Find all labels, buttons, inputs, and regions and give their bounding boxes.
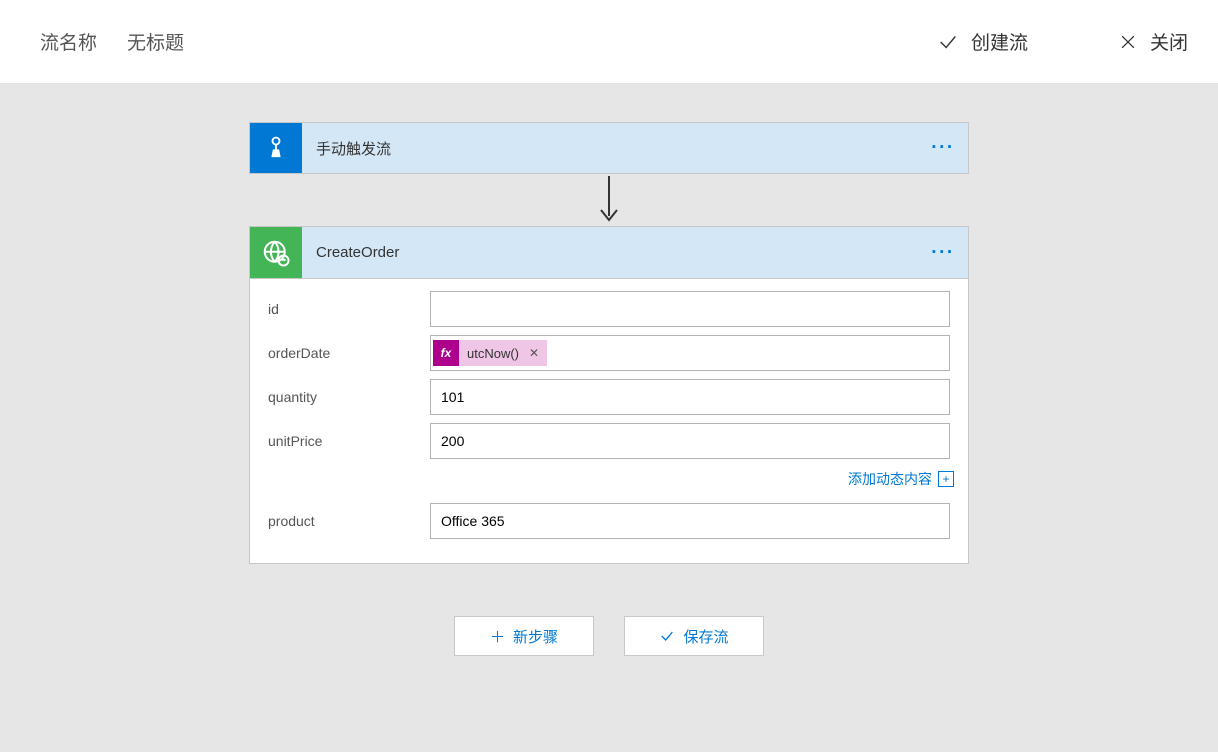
new-step-button[interactable]: ＋ 新步骤	[454, 616, 594, 656]
quantity-input[interactable]	[430, 379, 950, 415]
add-dynamic-content-link[interactable]: 添加动态内容 +	[848, 469, 954, 489]
id-input[interactable]	[430, 291, 950, 327]
trigger-card[interactable]: 手动触发流 ···	[249, 122, 969, 174]
save-flow-button[interactable]: 保存流	[624, 616, 764, 656]
field-row-product: product	[268, 501, 950, 541]
flow-title[interactable]: 无标题	[127, 28, 184, 55]
touch-icon	[250, 123, 302, 173]
field-label-orderdate: orderDate	[268, 345, 430, 361]
field-row-orderdate: orderDate fx utcNow() ✕	[268, 333, 950, 373]
canvas: 手动触发流 ··· CreateOrder ··· id	[0, 84, 1218, 752]
field-label-product: product	[268, 513, 430, 529]
globe-icon	[250, 227, 302, 278]
check-icon	[937, 31, 959, 53]
field-label-id: id	[268, 301, 430, 317]
create-flow-label: 创建流	[971, 28, 1028, 55]
plus-box-icon: +	[938, 471, 954, 487]
field-row-unitprice: unitPrice	[268, 421, 950, 461]
trigger-title: 手动触发流	[302, 123, 918, 173]
fx-icon: fx	[433, 340, 459, 366]
connector-arrow	[597, 176, 621, 224]
token-remove-button[interactable]: ✕	[527, 346, 547, 360]
new-step-label: 新步骤	[513, 626, 558, 647]
field-label-quantity: quantity	[268, 389, 430, 405]
field-row-id: id	[268, 289, 950, 329]
action-header[interactable]: CreateOrder ···	[250, 227, 968, 279]
action-title: CreateOrder	[302, 227, 918, 278]
field-label-unitprice: unitPrice	[268, 433, 430, 449]
token-text: utcNow()	[459, 346, 527, 361]
orderdate-input[interactable]: fx utcNow() ✕	[430, 335, 950, 371]
create-flow-button[interactable]: 创建流	[937, 28, 1028, 55]
unitprice-input[interactable]	[430, 423, 950, 459]
close-label: 关闭	[1150, 28, 1188, 55]
top-bar-left: 流名称 无标题	[40, 28, 184, 55]
save-flow-label: 保存流	[683, 626, 728, 647]
field-row-quantity: quantity	[268, 377, 950, 417]
trigger-menu-button[interactable]: ···	[918, 123, 968, 173]
close-icon	[1118, 32, 1138, 52]
bottom-buttons: ＋ 新步骤 保存流	[454, 616, 764, 656]
dynamic-content-label: 添加动态内容	[848, 469, 932, 489]
top-bar-right: 创建流 关闭	[937, 28, 1188, 55]
close-button[interactable]: 关闭	[1118, 28, 1188, 55]
plus-icon: ＋	[490, 626, 505, 647]
check-icon-small	[659, 628, 675, 644]
dynamic-content-row: 添加动态内容 +	[268, 465, 954, 501]
expression-token[interactable]: fx utcNow() ✕	[433, 340, 547, 366]
flow-name-label: 流名称	[40, 28, 97, 55]
action-menu-button[interactable]: ···	[918, 227, 968, 278]
action-card: CreateOrder ··· id orderDate fx utcNow()	[249, 226, 969, 564]
top-bar: 流名称 无标题 创建流 关闭	[0, 0, 1218, 84]
product-input[interactable]	[430, 503, 950, 539]
action-body: id orderDate fx utcNow() ✕	[250, 279, 968, 563]
